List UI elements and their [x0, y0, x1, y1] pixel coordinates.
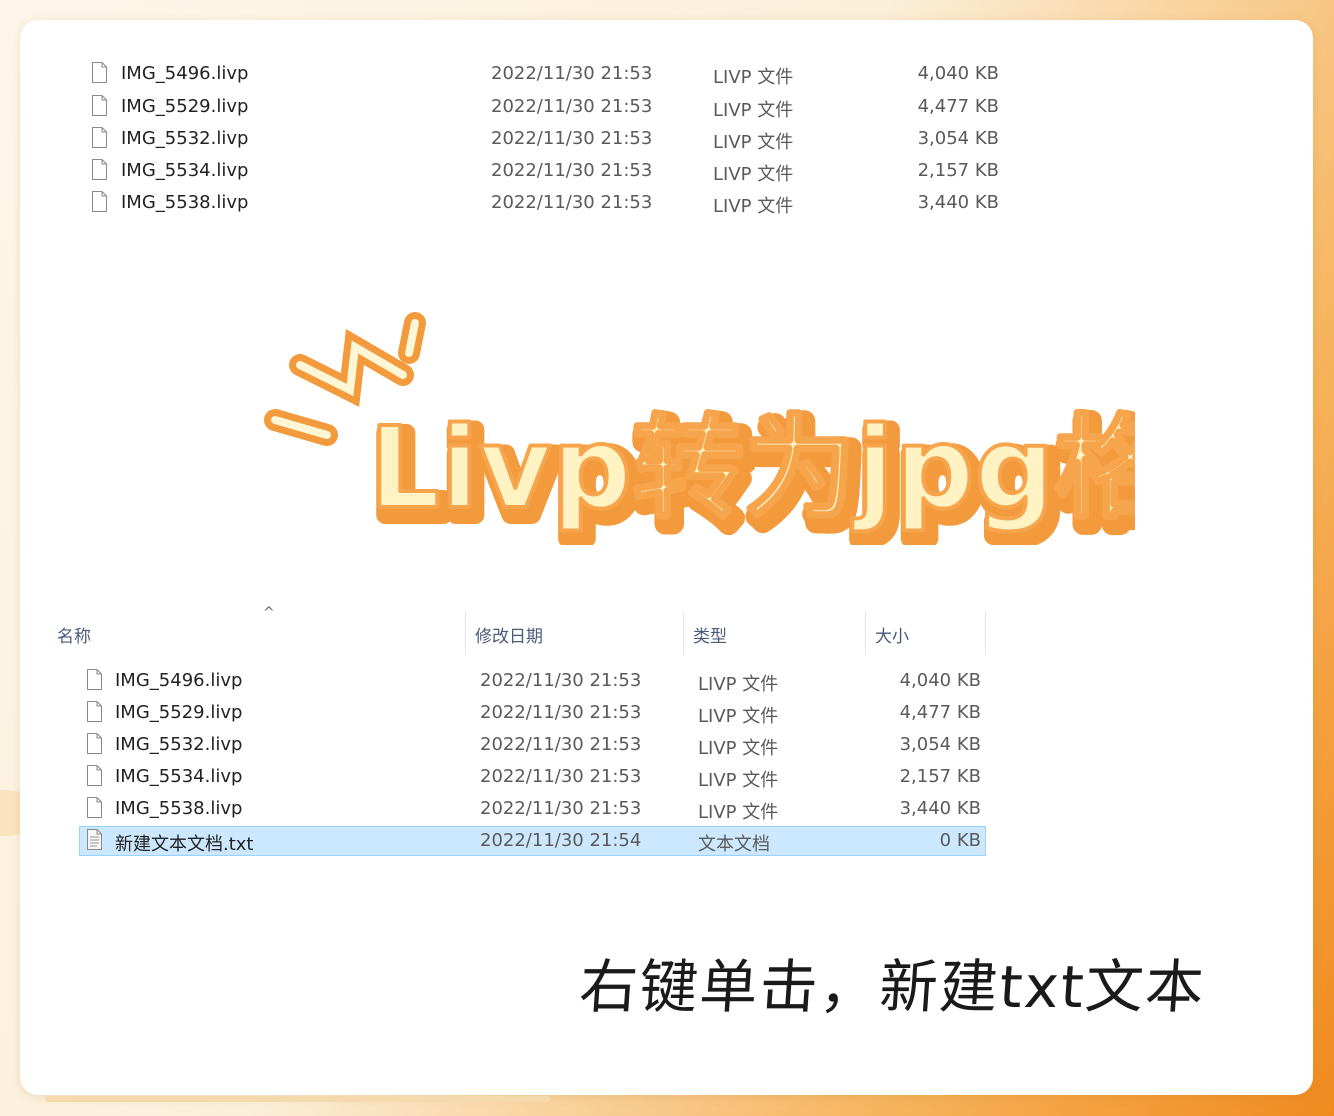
file-icon: [92, 191, 107, 212]
file-size: 4,477 KB: [917, 96, 999, 117]
file-row[interactable]: IMG_5532.livp 2022/11/30 21:53 LIVP 文件 3…: [45, 124, 999, 154]
file-type: LIVP 文件: [698, 738, 779, 759]
column-divider[interactable]: [683, 611, 684, 655]
file-type: LIVP 文件: [698, 706, 779, 727]
file-name: IMG_5496.livp: [121, 63, 249, 84]
title-text: Livp转为jpg格式: [369, 404, 1135, 534]
file-row[interactable]: IMG_5538.livp 2022/11/30 21:53 LIVP 文件 3…: [45, 794, 981, 824]
explorer-screenshot: IMG_5496.livp 2022/11/30 21:53 LIVP 文件 4…: [45, 45, 1290, 1070]
column-type[interactable]: 类型: [693, 622, 727, 647]
file-name: IMG_5532.livp: [115, 734, 243, 755]
file-name: IMG_5529.livp: [121, 96, 249, 117]
file-row[interactable]: IMG_5532.livp 2022/11/30 21:53 LIVP 文件 3…: [45, 730, 981, 760]
file-row[interactable]: IMG_5496.livp 2022/11/30 21:53 LIVP 文件 4…: [45, 59, 999, 89]
file-date: 2022/11/30 21:53: [480, 734, 642, 755]
file-name: IMG_5496.livp: [115, 670, 243, 691]
decorative-bar: [45, 1096, 550, 1102]
file-size: 4,477 KB: [899, 702, 981, 723]
file-date: 2022/11/30 21:53: [480, 766, 642, 787]
column-date[interactable]: 修改日期: [475, 622, 543, 647]
file-size: 4,040 KB: [917, 63, 999, 84]
file-date: 2022/11/30 21:53: [480, 798, 642, 819]
file-date: 2022/11/30 21:53: [491, 63, 653, 84]
instruction-caption: 右键单击，新建txt文本: [577, 953, 1208, 1021]
sort-caret-icon: ^: [263, 605, 275, 621]
file-icon: [87, 733, 102, 754]
file-name: IMG_5538.livp: [121, 192, 249, 213]
file-type: 文本文档: [698, 834, 770, 855]
file-date: 2022/11/30 21:54: [480, 830, 642, 851]
file-type: LIVP 文件: [698, 802, 779, 823]
file-icon: [92, 159, 107, 180]
file-icon: [87, 669, 102, 690]
file-name: IMG_5534.livp: [121, 160, 249, 181]
file-row-selected[interactable]: 新建文本文档.txt 2022/11/30 21:54 文本文档 0 KB: [45, 826, 986, 856]
file-name: 新建文本文档.txt: [115, 834, 254, 855]
title-graphic: Livp转为jpg格式 Livp转为jpg格式: [264, 312, 1135, 545]
file-type: LIVP 文件: [713, 100, 794, 121]
file-name: IMG_5532.livp: [121, 128, 249, 149]
file-row[interactable]: IMG_5534.livp 2022/11/30 21:53 LIVP 文件 2…: [45, 156, 999, 186]
bottom-file-list: ^ 名称 修改日期 类型 大小 IMG_5496.livp 2022/11/30…: [45, 605, 1005, 871]
screenshot-card: IMG_5496.livp 2022/11/30 21:53 LIVP 文件 4…: [20, 20, 1313, 1095]
file-size: 3,440 KB: [917, 192, 999, 213]
column-name[interactable]: 名称: [57, 622, 91, 647]
file-date: 2022/11/30 21:53: [491, 192, 653, 213]
file-name: IMG_5538.livp: [115, 798, 243, 819]
file-type: LIVP 文件: [698, 674, 779, 695]
file-name: IMG_5534.livp: [115, 766, 243, 787]
file-icon: [92, 62, 107, 83]
file-size: 3,440 KB: [899, 798, 981, 819]
column-divider[interactable]: [865, 611, 866, 655]
file-icon: [87, 701, 102, 722]
file-size: 4,040 KB: [899, 670, 981, 691]
file-row[interactable]: IMG_5496.livp 2022/11/30 21:53 LIVP 文件 4…: [45, 666, 981, 696]
file-icon: [87, 765, 102, 786]
file-date: 2022/11/30 21:53: [491, 160, 653, 181]
file-row[interactable]: IMG_5529.livp 2022/11/30 21:53 LIVP 文件 4…: [45, 92, 999, 122]
file-date: 2022/11/30 21:53: [480, 702, 642, 723]
file-row[interactable]: IMG_5538.livp 2022/11/30 21:53 LIVP 文件 3…: [45, 188, 999, 218]
column-divider[interactable]: [465, 611, 466, 655]
file-type: LIVP 文件: [713, 164, 794, 185]
file-type: LIVP 文件: [698, 770, 779, 791]
text-file-icon: [87, 829, 102, 850]
column-divider[interactable]: [985, 611, 986, 655]
file-row[interactable]: IMG_5534.livp 2022/11/30 21:53 LIVP 文件 2…: [45, 762, 981, 792]
column-size[interactable]: 大小: [875, 622, 909, 647]
column-header: ^ 名称 修改日期 类型 大小: [45, 605, 1005, 655]
file-size: 2,157 KB: [917, 160, 999, 181]
file-icon: [87, 797, 102, 818]
file-size: 3,054 KB: [899, 734, 981, 755]
file-type: LIVP 文件: [713, 196, 794, 217]
file-size: 0 KB: [939, 830, 981, 851]
file-type: LIVP 文件: [713, 132, 794, 153]
top-file-list: IMG_5496.livp 2022/11/30 21:53 LIVP 文件 4…: [45, 45, 1005, 245]
file-icon: [92, 95, 107, 116]
file-size: 3,054 KB: [917, 128, 999, 149]
file-row[interactable]: IMG_5529.livp 2022/11/30 21:53 LIVP 文件 4…: [45, 698, 981, 728]
file-type: LIVP 文件: [713, 67, 794, 88]
file-name: IMG_5529.livp: [115, 702, 243, 723]
file-date: 2022/11/30 21:53: [491, 96, 653, 117]
file-date: 2022/11/30 21:53: [491, 128, 653, 149]
file-date: 2022/11/30 21:53: [480, 670, 642, 691]
file-icon: [92, 127, 107, 148]
file-size: 2,157 KB: [899, 766, 981, 787]
